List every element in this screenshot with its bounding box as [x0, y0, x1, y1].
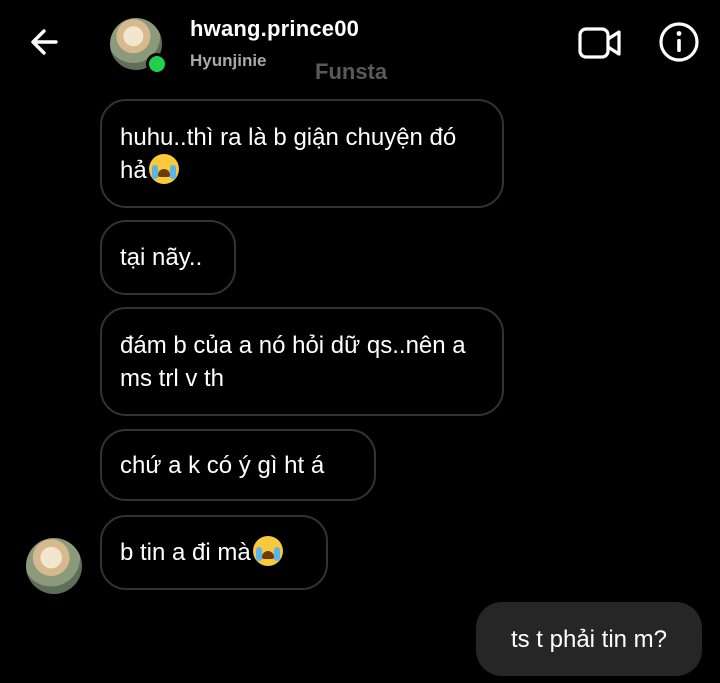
display-name: Hyunjinie — [190, 51, 267, 70]
info-icon[interactable] — [657, 20, 701, 64]
message-text: tại nãy.. — [120, 244, 203, 271]
message-bubble-incoming[interactable]: chứ a k có ý gì ht á — [100, 429, 376, 501]
sender-avatar[interactable] — [26, 538, 82, 594]
message-text: huhu..thì ra là b giận chuyện đó hả — [120, 123, 457, 184]
message-text: đám b của a nó hỏi dữ qs..nên a ms trl v… — [120, 331, 466, 392]
online-status-dot — [146, 53, 168, 75]
message-text: chứ a k có ý gì ht á — [120, 451, 325, 479]
message-bubble-outgoing[interactable]: ts t phải tin m? — [476, 602, 702, 676]
message-bubble-incoming[interactable]: đám b của a nó hỏi dữ qs..nên a ms trl v… — [100, 307, 504, 416]
message-bubble-incoming[interactable]: huhu..thì ra là b giận chuyện đó hả — [100, 99, 504, 208]
loudly-crying-emoji-icon — [252, 536, 283, 566]
video-call-icon[interactable] — [576, 24, 624, 62]
message-bubble-incoming[interactable]: tại nãy.. — [100, 220, 236, 295]
watermark-text: Funsta — [315, 59, 388, 84]
username[interactable]: hwang.prince00 — [190, 16, 359, 42]
message-bubble-incoming[interactable]: b tin a đi mà — [100, 515, 328, 590]
loudly-crying-emoji-icon — [148, 153, 179, 184]
back-arrow-icon[interactable] — [26, 22, 66, 62]
message-text: b tin a đi mà — [120, 536, 283, 569]
message-text: ts t phải tin m? — [510, 625, 668, 653]
